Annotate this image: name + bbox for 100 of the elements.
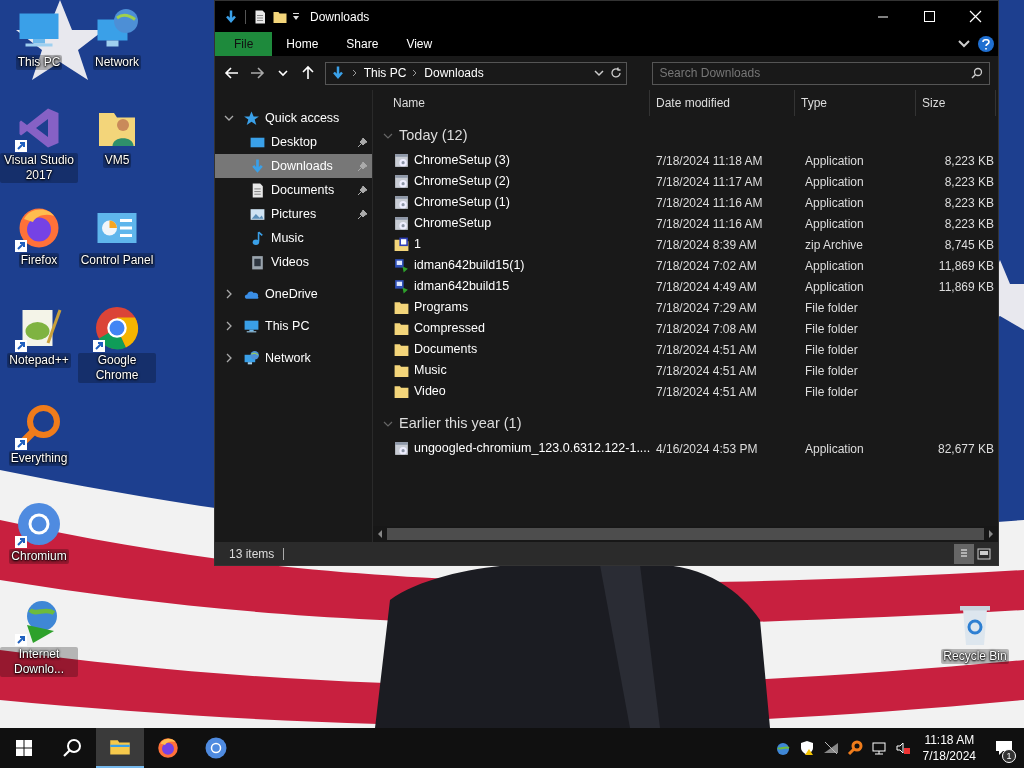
file-name[interactable]: Music: [414, 361, 447, 380]
column-header[interactable]: Type: [795, 90, 916, 116]
address-dropdown-icon[interactable]: [593, 69, 604, 77]
setup-icon: [393, 440, 410, 457]
nav-item[interactable]: Desktop: [215, 130, 372, 154]
nav-item[interactable]: OneDrive: [215, 282, 372, 306]
group-chevron-icon[interactable]: [383, 132, 393, 140]
group-header[interactable]: Today (12): [399, 125, 468, 147]
setup-icon: [393, 152, 410, 169]
help-icon[interactable]: [978, 36, 994, 52]
column-header[interactable]: Size: [916, 90, 996, 116]
chromium-icon: [204, 736, 228, 760]
date-cell-text: 7/18/2024 4:49 AM: [655, 278, 758, 296]
download-icon: [223, 8, 239, 25]
type-cell-text: File folder: [804, 341, 859, 359]
file-name[interactable]: ChromeSetup (1): [414, 193, 510, 212]
breadcrumb[interactable]: Downloads: [424, 64, 484, 82]
installer-icon: [393, 257, 410, 274]
type-cell-text: Application: [804, 152, 865, 170]
file-name[interactable]: 1: [414, 235, 421, 254]
nav-item[interactable]: Pictures: [215, 202, 372, 226]
refresh-icon[interactable]: [609, 67, 622, 79]
nav-item[interactable]: Videos: [215, 250, 372, 274]
chrome-icon: [93, 304, 141, 352]
shortcut-arrow-icon: [15, 634, 27, 646]
file-name[interactable]: Compressed: [414, 319, 485, 338]
type-cell-text: Application: [804, 173, 865, 191]
group-header[interactable]: Earlier this year (1): [399, 413, 522, 435]
clock-button[interactable]: 11:18 AM 7/18/2024: [914, 732, 984, 764]
desktop-icon-label: Control Panel: [78, 253, 156, 268]
nav-item[interactable]: Documents: [215, 178, 372, 202]
pin-icon[interactable]: [357, 136, 368, 148]
pin-icon[interactable]: [357, 184, 368, 196]
file-name[interactable]: Documents: [414, 340, 478, 359]
type-cell-text: Application: [804, 278, 865, 296]
desktop-icon[interactable]: [15, 500, 63, 548]
search-icon[interactable]: [62, 738, 82, 758]
address-bar[interactable]: This PC Downloads: [324, 61, 627, 85]
folder-icon: [393, 383, 410, 400]
shortcut-arrow-icon: [15, 340, 27, 352]
date-cell-text: 7/18/2024 7:08 AM: [655, 320, 758, 338]
size-cell-text: 8,223 KB: [943, 215, 995, 233]
zip-icon: [393, 236, 410, 253]
date-cell-text: 7/18/2024 11:16 AM: [655, 215, 764, 233]
setup-icon: [393, 173, 410, 190]
ribbon-tab[interactable]: Home: [272, 32, 333, 56]
customize-dropdown-icon[interactable]: [292, 12, 300, 21]
scrollbar-thumb[interactable]: [387, 528, 984, 540]
date-cell-text: 7/18/2024 7:29 AM: [655, 299, 758, 317]
ribbon-tab[interactable]: File: [215, 32, 273, 56]
desktop-icon-label: Visual Studio 2017: [0, 153, 78, 183]
file-name[interactable]: Programs: [414, 298, 469, 317]
ribbon-tab[interactable]: Share: [332, 32, 393, 56]
desktop-icon[interactable]: [15, 402, 63, 450]
nav-item[interactable]: Downloads: [215, 154, 372, 178]
breadcrumb[interactable]: This PC: [363, 64, 407, 82]
nav-item[interactable]: Music: [215, 226, 372, 250]
file-name[interactable]: ChromeSetup: [414, 214, 492, 233]
type-cell-text: zip Archive: [804, 236, 865, 254]
file-name[interactable]: ChromeSetup (3): [414, 151, 510, 170]
pin-icon[interactable]: [357, 208, 368, 220]
nav-item[interactable]: Network: [215, 346, 372, 370]
column-header[interactable]: Date modified: [650, 90, 795, 116]
size-cell-text: 8,745 KB: [943, 236, 995, 254]
maximize-icon[interactable]: [921, 9, 937, 24]
videos-icon: [249, 253, 266, 271]
size-cell-text: 8,223 KB: [943, 194, 995, 212]
file-name[interactable]: idman642build15(1): [414, 256, 525, 275]
file-name[interactable]: ChromeSetup (2): [414, 172, 510, 191]
type-cell-text: Application: [804, 440, 865, 458]
expand-ribbon-icon[interactable]: [958, 40, 970, 48]
desktop-icon[interactable]: [93, 304, 141, 352]
desktop-icon-label: Notepad++: [7, 353, 71, 368]
folder-icon: [393, 362, 410, 379]
details-view-button[interactable]: [954, 543, 974, 564]
file-name[interactable]: idman642build15: [414, 277, 510, 296]
column-header[interactable]: Name: [389, 90, 650, 116]
search-icon: [971, 66, 983, 79]
shortcut-arrow-icon: [15, 140, 27, 152]
ribbon-tab[interactable]: View: [392, 32, 447, 56]
search-field[interactable]: Search Downloads: [652, 61, 990, 85]
type-cell-text: File folder: [804, 320, 859, 338]
taskbar-app-button[interactable]: [96, 728, 144, 768]
group-chevron-icon[interactable]: [383, 420, 393, 428]
desktop-icon-label: Firefox: [18, 253, 60, 268]
type-cell-text: File folder: [804, 383, 859, 401]
close-icon[interactable]: [967, 9, 983, 24]
nav-item[interactable]: This PC: [215, 314, 372, 338]
type-cell-text: Application: [804, 194, 865, 212]
network-icon: [243, 349, 260, 367]
window-title: Downloads: [310, 8, 370, 26]
file-name[interactable]: ungoogled-chromium_123.0.6312.122-1....: [414, 439, 651, 458]
file-name[interactable]: Video: [414, 382, 446, 401]
nav-item[interactable]: Quick access: [215, 106, 372, 130]
shortcut-arrow-icon: [15, 438, 27, 450]
notifications-button[interactable]: 1: [984, 728, 1024, 768]
shortcut-arrow-icon: [15, 240, 27, 252]
desktop-icon-label: Everything: [8, 451, 70, 466]
breadcrumb-separator-icon: [412, 69, 419, 77]
date-cell-text: 4/16/2024 4:53 PM: [655, 440, 759, 458]
